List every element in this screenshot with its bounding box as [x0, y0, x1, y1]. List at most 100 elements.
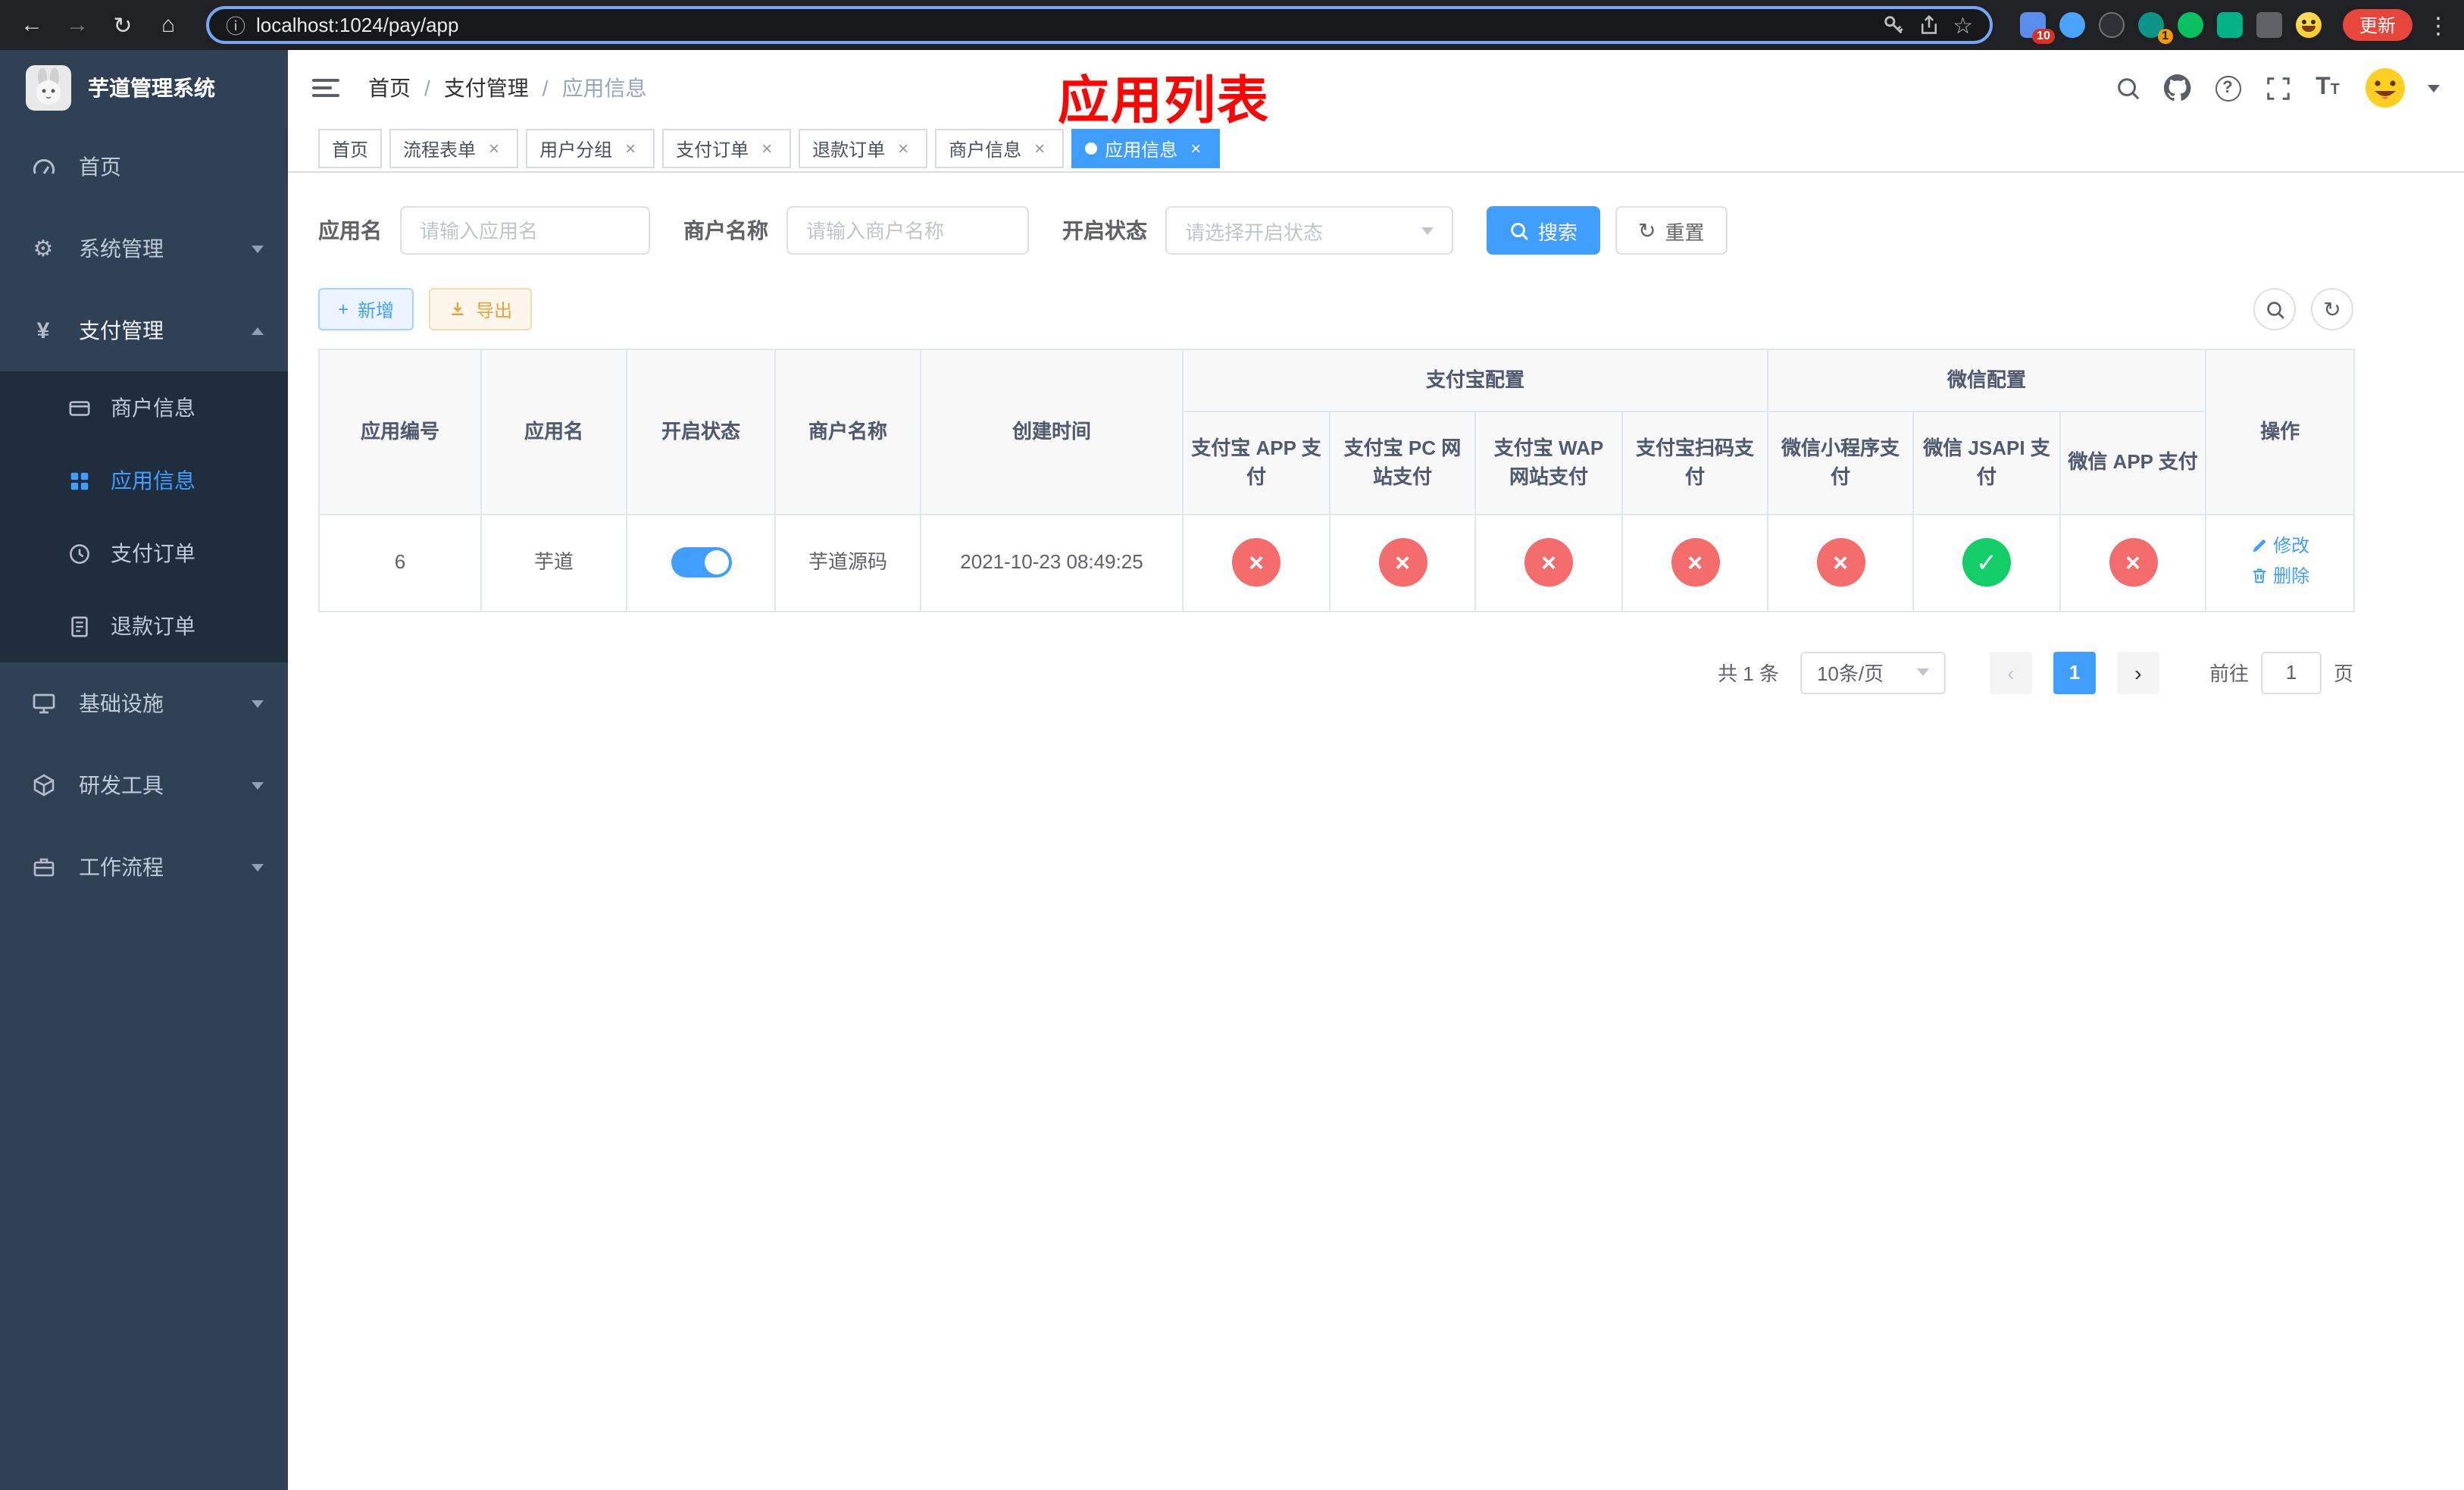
sidebar-item-label: 商户信息	[111, 396, 195, 420]
bookmark-star-icon[interactable]: ☆	[1953, 11, 1973, 39]
sidebar-item-payment-orders[interactable]: 支付订单	[0, 517, 288, 590]
close-icon[interactable]: ×	[756, 138, 777, 159]
sidebar-item-label: 支付订单	[111, 541, 195, 565]
breadcrumb-home[interactable]: 首页	[368, 73, 411, 103]
col-header-wechat-mini: 微信小程序支付	[1767, 410, 1915, 515]
col-header-merchant: 商户名称	[774, 349, 921, 515]
sidebar: 芋道管理系统 首页 ⚙ 系统管理 ¥ 支付管理 商户信息 应用信息 支付订单 退…	[0, 50, 288, 1490]
forward-icon[interactable]: →	[58, 5, 97, 45]
credit-card-icon	[67, 396, 91, 419]
breadcrumb: 首页 / 支付管理 / 应用信息	[368, 73, 647, 103]
password-key-icon[interactable]	[1881, 14, 1904, 36]
reload-icon[interactable]: ↻	[103, 5, 142, 45]
tab-refund-orders[interactable]: 退款订单 ×	[799, 129, 928, 168]
url-text[interactable]: localhost:1024/pay/app	[256, 14, 1868, 36]
tab-home[interactable]: 首页	[318, 129, 383, 168]
sidebar-item-merchant-info[interactable]: 商户信息	[0, 371, 288, 444]
hamburger-icon[interactable]	[312, 73, 342, 103]
search-button[interactable]: 搜索	[1487, 206, 1601, 255]
fullscreen-icon[interactable]	[2262, 73, 2293, 103]
col-header-created: 创建时间	[920, 349, 1184, 515]
status-cross-icon: ×	[1378, 538, 1427, 587]
sidebar-item-app-info[interactable]: 应用信息	[0, 444, 288, 517]
close-icon[interactable]: ×	[893, 138, 914, 159]
extensions-puzzle-icon[interactable]	[2256, 12, 2282, 38]
active-tab-dot	[1085, 142, 1098, 155]
back-icon[interactable]: ←	[12, 5, 52, 45]
extension-icon[interactable]: 1	[2137, 12, 2173, 44]
address-bar[interactable]: ⓘ localhost:1024/pay/app ☆	[206, 6, 1993, 44]
home-icon[interactable]: ⌂	[149, 5, 188, 45]
chevron-down-icon	[252, 863, 264, 871]
gear-icon: ⚙	[33, 236, 54, 262]
sidebar-item-infrastructure[interactable]: 基础设施	[0, 662, 288, 744]
delete-button[interactable]: 删除	[2250, 562, 2309, 590]
briefcase-icon	[30, 855, 56, 879]
sidebar-item-label: 支付管理	[79, 318, 164, 343]
browser-menu-icon[interactable]: ⋮	[2425, 11, 2452, 39]
status-select-placeholder: 请选择开启状态	[1185, 221, 1324, 243]
extension-icon[interactable]	[2098, 12, 2125, 38]
profile-avatar-icon[interactable]	[2295, 12, 2322, 38]
navbar-actions: ? TT	[2112, 65, 2440, 111]
breadcrumb-separator: /	[424, 76, 430, 100]
logo-avatar	[26, 65, 71, 111]
close-icon[interactable]: ×	[1185, 138, 1206, 159]
help-icon[interactable]: ?	[2212, 73, 2243, 103]
sidebar-item-label: 系统管理	[79, 236, 164, 261]
refresh-table-button[interactable]: ↻	[2311, 288, 2353, 330]
tab-user-group[interactable]: 用户分组 ×	[526, 129, 655, 168]
user-avatar[interactable]	[2362, 65, 2408, 111]
status-check-icon: ✓	[1962, 538, 2012, 587]
tab-merchant-info[interactable]: 商户信息 ×	[935, 129, 1065, 168]
cell-app-id: 6	[318, 513, 482, 612]
tab-app-info[interactable]: 应用信息 ×	[1071, 129, 1221, 168]
share-icon[interactable]	[1918, 14, 1939, 36]
merchant-name-input[interactable]	[786, 206, 1029, 255]
site-info-icon[interactable]: ⓘ	[226, 11, 245, 39]
tab-label: 商户信息	[949, 139, 1022, 160]
page-number-button[interactable]: 1	[2053, 651, 2096, 693]
sidebar-item-payment[interactable]: ¥ 支付管理	[0, 290, 288, 371]
extension-icon[interactable]	[2216, 12, 2243, 38]
add-button[interactable]: + 新增	[318, 288, 414, 330]
app-logo[interactable]: 芋道管理系统	[0, 50, 288, 126]
col-header-alipay-wap: 支付宝 WAP 网站支付	[1474, 410, 1623, 515]
prev-page-button[interactable]: ‹	[1989, 651, 2032, 693]
chevron-down-icon	[252, 700, 264, 707]
page-size-select[interactable]: 10条/页	[1800, 651, 1946, 693]
next-page-button[interactable]: ›	[2116, 651, 2159, 693]
monitor-icon	[30, 691, 56, 715]
extension-icon[interactable]	[2177, 12, 2203, 38]
chevron-down-icon[interactable]	[2428, 84, 2440, 92]
tab-payment-orders[interactable]: 支付订单 ×	[662, 129, 792, 168]
github-icon[interactable]	[2162, 73, 2193, 103]
edit-button[interactable]: 修改	[2250, 531, 2309, 559]
extension-icon[interactable]	[2059, 12, 2085, 38]
breadcrumb-payment[interactable]: 支付管理	[444, 73, 529, 103]
status-cross-icon: ×	[1524, 538, 1573, 587]
reset-button[interactable]: ↻ 重置	[1615, 206, 1728, 255]
search-icon[interactable]	[2112, 73, 2143, 103]
extension-icon[interactable]: 10	[2019, 12, 2055, 44]
app-name-input[interactable]	[400, 206, 650, 255]
status-select[interactable]: 请选择开启状态	[1165, 206, 1453, 255]
sidebar-item-dev-tools[interactable]: 研发工具	[0, 744, 288, 826]
edit-button-label: 修改	[2273, 534, 2310, 556]
show-search-button[interactable]	[2253, 288, 2296, 330]
goto-page-input[interactable]	[2260, 651, 2322, 693]
sidebar-item-home[interactable]: 首页	[0, 126, 288, 208]
export-button[interactable]: 导出	[429, 288, 533, 330]
sidebar-item-workflow[interactable]: 工作流程	[0, 826, 288, 908]
tab-process-form[interactable]: 流程表单 ×	[389, 129, 519, 168]
close-icon[interactable]: ×	[620, 138, 641, 159]
sidebar-item-system[interactable]: ⚙ 系统管理	[0, 208, 288, 290]
enable-switch[interactable]	[671, 547, 731, 578]
close-icon[interactable]: ×	[483, 138, 505, 159]
font-size-icon[interactable]: TT	[2312, 73, 2343, 103]
cell-created-at: 2021-10-23 08:49:25	[920, 513, 1184, 612]
close-icon[interactable]: ×	[1029, 138, 1050, 159]
sidebar-item-label: 退款订单	[111, 614, 195, 638]
browser-update-button[interactable]: 更新	[2342, 9, 2412, 41]
sidebar-item-refund-orders[interactable]: 退款订单	[0, 590, 288, 662]
